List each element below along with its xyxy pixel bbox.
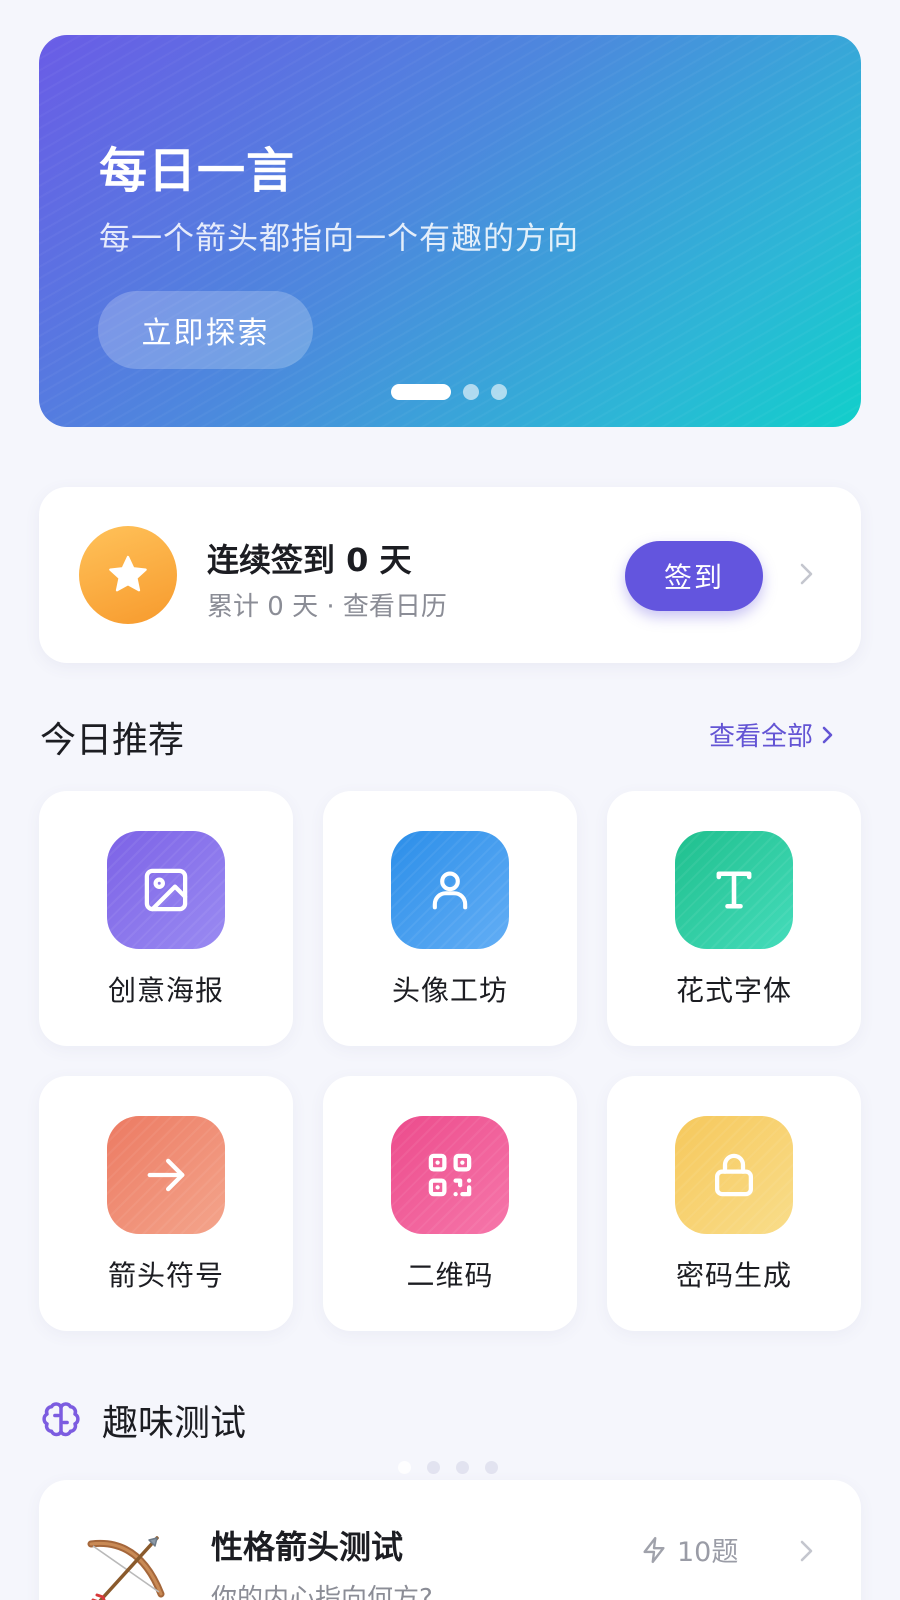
- tool-tile-password-generator[interactable]: 密码生成: [607, 1076, 861, 1331]
- chevron-right-icon[interactable]: [795, 559, 817, 593]
- pagination-dot[interactable]: [427, 1461, 440, 1474]
- image-icon: [107, 831, 225, 949]
- tool-tile-arrow-symbols[interactable]: 箭头符号: [39, 1076, 293, 1331]
- checkin-streak-title: 连续签到 0 天: [207, 541, 412, 579]
- tool-tile-avatar[interactable]: 头像工坊: [323, 791, 577, 1046]
- tool-tile-poster[interactable]: 创意海报: [39, 791, 293, 1046]
- tool-label: 头像工坊: [391, 974, 508, 1007]
- fun-test-pagination: [398, 1461, 498, 1474]
- personality-test-card[interactable]: 性格箭头测试 你的内心指向何方? 10题: [39, 1480, 861, 1600]
- test-subtitle: 你的内心指向何方?: [211, 1584, 433, 1600]
- section-title-recommend: 今日推荐: [40, 720, 185, 761]
- home-page: 每日一言 每一个箭头都指向一个有趣的方向 立即探索 连续签到 0 天 累计 0 …: [0, 0, 900, 1600]
- user-icon: [391, 831, 509, 949]
- checkin-calendar-link[interactable]: 累计 0 天 · 查看日历: [207, 586, 447, 623]
- pagination-dot-active[interactable]: [398, 1461, 411, 1474]
- view-all-label: 查看全部: [709, 722, 814, 752]
- tool-label: 箭头符号: [107, 1259, 224, 1292]
- pagination-dot[interactable]: [456, 1461, 469, 1474]
- banner-title: 每日一言: [99, 143, 296, 199]
- pagination-dot[interactable]: [463, 384, 479, 400]
- arrow-right-icon: [107, 1116, 225, 1234]
- checkin-button[interactable]: 签到: [625, 541, 763, 611]
- lock-icon: [675, 1116, 793, 1234]
- banner-pagination: [391, 384, 507, 400]
- tool-label: 花式字体: [675, 974, 792, 1007]
- qr-code-icon: [391, 1116, 509, 1234]
- text-t-icon: [675, 831, 793, 949]
- tool-label: 创意海报: [107, 974, 224, 1007]
- pagination-dot-active[interactable]: [391, 384, 451, 400]
- test-title: 性格箭头测试: [211, 1528, 404, 1566]
- brain-icon: [40, 1398, 82, 1444]
- pagination-dot[interactable]: [485, 1461, 498, 1474]
- question-count-label: 10题: [677, 1537, 739, 1568]
- bow-arrow-icon: [79, 1524, 175, 1600]
- tool-tile-qr-code[interactable]: 二维码: [323, 1076, 577, 1331]
- explore-button[interactable]: 立即探索: [98, 291, 313, 369]
- lightning-icon: [643, 1536, 665, 1563]
- tool-label: 二维码: [406, 1259, 494, 1292]
- star-icon: [79, 526, 177, 624]
- daily-quote-banner[interactable]: 每日一言 每一个箭头都指向一个有趣的方向 立即探索: [39, 35, 861, 427]
- question-count: 10题: [639, 1530, 738, 1569]
- view-all-link[interactable]: 查看全部: [709, 716, 837, 753]
- banner-subtitle: 每一个箭头都指向一个有趣的方向: [99, 221, 579, 257]
- checkin-card[interactable]: 连续签到 0 天 累计 0 天 · 查看日历 签到: [39, 487, 861, 663]
- section-title-fun-test: 趣味测试: [102, 1403, 247, 1444]
- chevron-right-icon: [822, 726, 833, 743]
- tool-label: 密码生成: [675, 1259, 792, 1292]
- chevron-right-icon[interactable]: [795, 1536, 817, 1570]
- tool-tile-fancy-font[interactable]: 花式字体: [607, 791, 861, 1046]
- pagination-dot[interactable]: [491, 384, 507, 400]
